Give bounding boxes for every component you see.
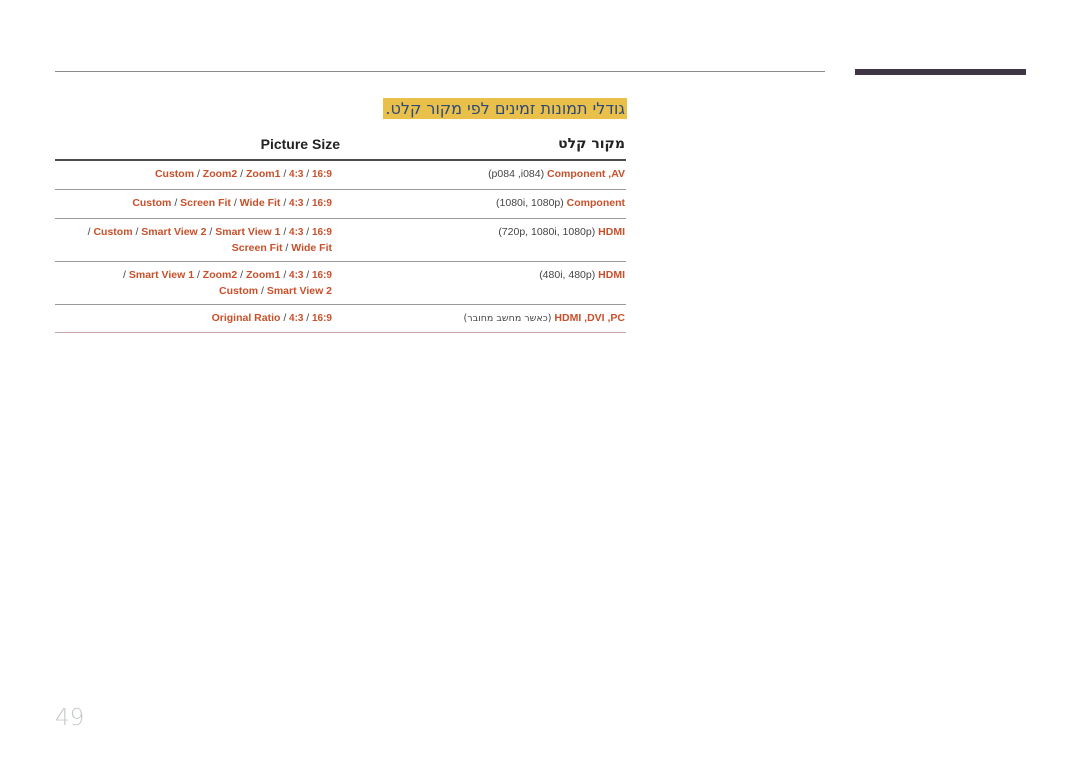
heading-container: גודלי תמונות זמינים לפי מקור קלט. — [55, 98, 627, 119]
picture-size-option: 16:9 — [309, 270, 332, 281]
picture-size-option: Original Ratio — [211, 312, 284, 324]
input-source-cell: (720p, 1080i, 1080p) HDMI — [498, 225, 625, 239]
picture-size-cell: Original Ratio / 4:3 / 16:9 — [212, 311, 332, 327]
header-rule — [55, 71, 825, 72]
picture-size-text: Custom / Screen Fit / Wide Fit / 4:3 / 1… — [132, 196, 332, 212]
picture-size-cell: Custom / Screen Fit / Wide Fit / 4:3 / 1… — [132, 196, 332, 212]
input-source-cell: (480i, 480p) HDMI — [539, 268, 625, 282]
source-name: Component — [566, 197, 625, 209]
input-source-cell: (1080i, 1080p) Component — [496, 196, 625, 210]
picture-size-option: 16:9 — [309, 313, 332, 324]
picture-size-option: Smart View 1 — [212, 226, 284, 238]
source-name: HDMI ,DVI ,PC — [554, 312, 625, 324]
table-row: Custom / Zoom2 / Zoom1 / 4:3 / 16:9 (p08… — [55, 161, 626, 190]
picture-size-option: Wide Fit — [236, 197, 284, 209]
picture-size-text: / Custom / Smart View 2 / Smart View 1 /… — [88, 225, 332, 241]
picture-size-option: 4:3 — [286, 198, 307, 209]
picture-size-option: Zoom1 — [243, 168, 284, 180]
picture-size-option: Screen Fit — [177, 197, 234, 209]
picture-size-option: Zoom2 — [199, 168, 241, 180]
picture-size-option: 4:3 — [286, 270, 307, 281]
table-row: / Smart View 1 / Zoom2 / Zoom1 / 4:3 / 1… — [55, 262, 626, 305]
table-row: / Custom / Smart View 2 / Smart View 1 /… — [55, 219, 626, 262]
picture-size-option: 16:9 — [309, 227, 332, 238]
picture-size-option: Screen Fit — [231, 241, 286, 254]
input-source-cell: (כאשר מחשב מחובר) HDMI ,DVI ,PC — [464, 311, 625, 326]
picture-size-text: Custom / Zoom2 / Zoom1 / 4:3 / 16:9 — [155, 167, 332, 183]
source-name: HDMI — [598, 226, 625, 238]
source-name: HDMI — [598, 269, 625, 281]
section-bar — [855, 69, 1026, 75]
page-number: 49 — [55, 705, 85, 731]
picture-size-option: Smart View 2 — [138, 226, 210, 238]
picture-size-option: 4:3 — [286, 313, 307, 324]
picture-size-cell: Custom / Zoom2 / Zoom1 / 4:3 / 16:9 — [155, 167, 332, 183]
picture-size-option: 4:3 — [286, 169, 307, 180]
picture-size-table: Picture Size מקור קלט Custom / Zoom2 / Z… — [55, 132, 626, 333]
table-header: Picture Size מקור קלט — [55, 132, 626, 161]
table-row: Original Ratio / 4:3 / 16:9 (כאשר מחשב מ… — [55, 305, 626, 333]
source-name: Component ,AV — [547, 168, 625, 180]
picture-size-option: Custom — [218, 284, 261, 297]
picture-size-option: 16:9 — [309, 198, 332, 209]
section-heading: גודלי תמונות זמינים לפי מקור קלט. — [383, 98, 627, 119]
picture-size-option: Smart View 1 — [125, 269, 197, 281]
picture-size-option: 16:9 — [309, 169, 332, 180]
picture-size-text-line2: Custom / Smart View 2 — [123, 284, 332, 299]
picture-size-text: Original Ratio / 4:3 / 16:9 — [212, 311, 332, 327]
source-detail: (1080i, 1080p) — [496, 197, 564, 209]
picture-size-option: Smart View 2 — [263, 284, 332, 297]
source-detail: (כאשר מחשב מחובר) — [463, 313, 552, 324]
source-detail: (480i, 480p) — [539, 269, 596, 281]
picture-size-option: 4:3 — [286, 227, 307, 238]
picture-size-option: Custom — [90, 226, 136, 238]
picture-size-cell: / Smart View 1 / Zoom2 / Zoom1 / 4:3 / 1… — [123, 268, 332, 298]
table-row: Custom / Screen Fit / Wide Fit / 4:3 / 1… — [55, 190, 626, 219]
header-picture-size: Picture Size — [260, 136, 340, 152]
picture-size-option: Wide Fit — [288, 241, 332, 254]
picture-size-cell: / Custom / Smart View 2 / Smart View 1 /… — [88, 225, 332, 255]
source-detail: (720p, 1080i, 1080p) — [498, 226, 596, 238]
picture-size-option: Custom — [154, 168, 197, 180]
header-input-source: מקור קלט — [558, 136, 625, 152]
picture-size-option: Zoom2 — [199, 269, 241, 281]
picture-size-text: / Smart View 1 / Zoom2 / Zoom1 / 4:3 / 1… — [123, 268, 332, 284]
picture-size-option: Zoom1 — [243, 269, 284, 281]
picture-size-text-line2: Screen Fit / Wide Fit — [88, 241, 332, 256]
input-source-cell: (p084 ,i084) Component ,AV — [488, 167, 625, 181]
picture-size-option: Custom — [132, 197, 175, 209]
source-detail: (p084 ,i084) — [488, 168, 545, 180]
